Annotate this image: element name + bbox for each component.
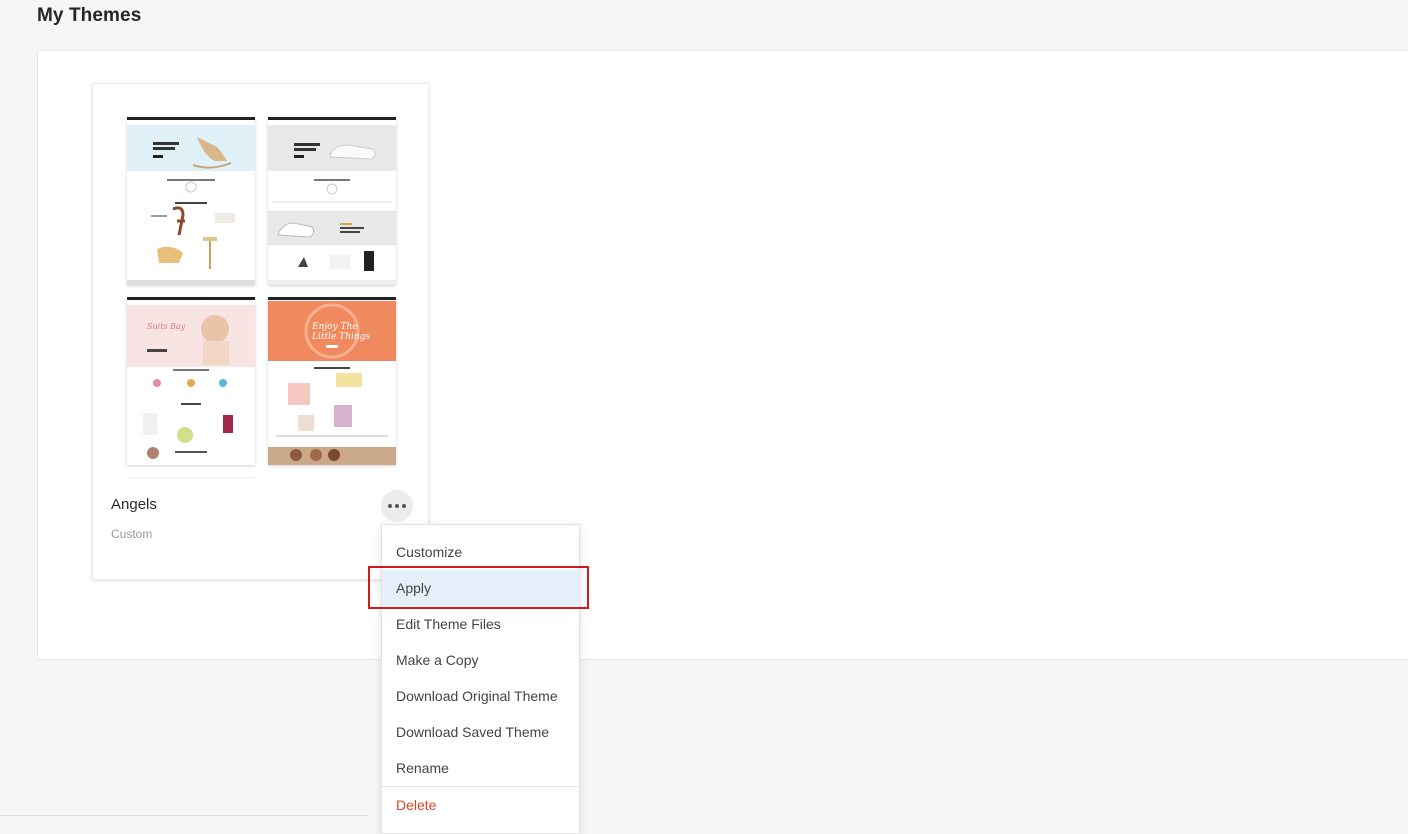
menu-item-delete[interactable]: Delete	[382, 787, 579, 823]
menu-item-make-a-copy[interactable]: Make a Copy	[382, 642, 579, 678]
menu-item-edit-theme-files[interactable]: Edit Theme Files	[382, 606, 579, 642]
menu-item-download-saved-theme[interactable]: Download Saved Theme	[382, 714, 579, 750]
page-title: My Themes	[37, 5, 142, 26]
preview-fashion: Enjoy The Little Things	[268, 297, 396, 465]
preview-shoes	[268, 117, 396, 285]
theme-type: Custom	[111, 527, 153, 541]
theme-name: Angels	[111, 496, 157, 513]
preview-furniture	[127, 117, 255, 285]
menu-item-download-original-theme[interactable]: Download Original Theme	[382, 678, 579, 714]
more-options-button[interactable]	[381, 490, 413, 522]
theme-preview[interactable]: Suits Bay Enjoy The Little Things	[127, 117, 397, 467]
menu-item-rename[interactable]: Rename	[382, 750, 579, 786]
card-divider	[127, 477, 255, 478]
more-dots-icon	[395, 504, 399, 508]
menu-item-customize[interactable]: Customize	[382, 534, 579, 570]
menu-item-apply[interactable]: Apply	[382, 570, 579, 606]
bottom-edge-line	[0, 815, 368, 816]
theme-actions-menu: Customize Apply Edit Theme Files Make a …	[381, 524, 580, 834]
theme-card: Suits Bay Enjoy The Little Things Angels…	[92, 83, 429, 580]
preview-beauty: Suits Bay	[127, 297, 255, 465]
more-dots-icon	[388, 504, 392, 508]
more-dots-icon	[402, 504, 406, 508]
svg-text:Little Things: Little Things	[311, 332, 370, 342]
svg-text:Enjoy The: Enjoy The	[311, 322, 358, 332]
svg-text:Suits Bay: Suits Bay	[147, 322, 186, 331]
